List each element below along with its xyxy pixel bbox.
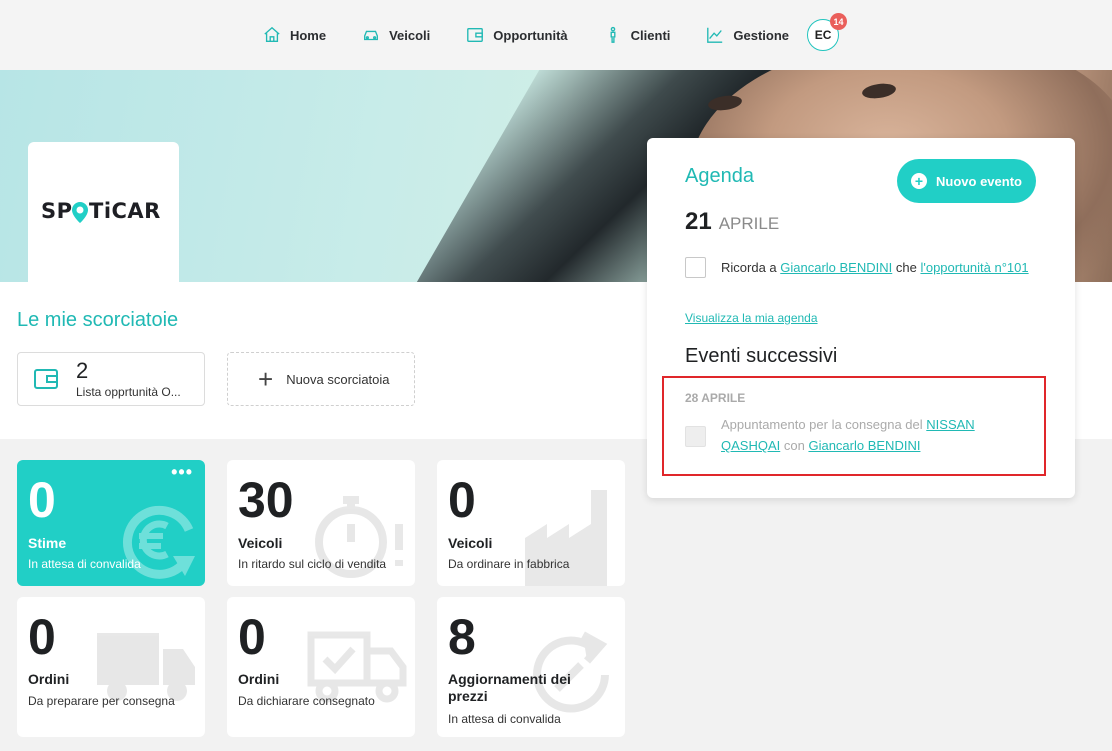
factory-icon [525,490,607,586]
new-event-button[interactable]: + Nuovo evento [897,159,1036,203]
kpi-value: 0 [28,609,56,665]
kpi-value: 0 [238,609,266,665]
shortcut-text: 2 Lista opprtunità O... [76,357,181,399]
euro-cycle-icon [122,505,195,579]
kpi-card-ordini-consegnato[interactable]: 0 Ordini Da dichiarare consegnato [227,597,415,737]
kpi-title: Ordini [28,671,70,687]
kpi-value: 30 [238,472,294,528]
event-prefix: Ricorda a [721,260,777,275]
person-icon [610,26,616,43]
plus-circle-icon: + [911,173,928,189]
nav-item-veicoli[interactable]: Veicoli [362,20,430,50]
nav-item-opportunita[interactable]: Opportunità [466,20,568,50]
kpi-value: 0 [28,472,56,528]
shortcut-count: 2 [76,357,89,383]
nav-label-opportunita: Opportunità [493,27,568,43]
kpi-title: Ordini [238,671,280,687]
car-icon [364,30,379,41]
wallet-icon [34,369,58,389]
kpi-card-veicoli-ritardo[interactable]: 30 Veicoli In ritardo sul ciclo di vendi… [227,460,415,586]
kpi-value: 8 [448,609,476,665]
agenda-month: APRILE [718,214,780,233]
svg-text:SP: SP [41,199,73,223]
avatar-initials: EC [814,28,832,42]
nav-item-gestione[interactable]: Gestione [706,20,789,50]
new-shortcut-label: Nuova scorciatoia [286,371,390,387]
event-middle: che [895,260,917,275]
location-pin-icon [72,202,88,223]
new-event-label: Nuovo evento [936,173,1022,189]
kpi-subtitle: In attesa di convalida [448,712,561,726]
kpi-title: Veicoli [448,535,493,551]
spoticar-logo: SP TiCAR [41,196,166,228]
shortcut-card[interactable]: 2 Lista opprtunità O... [17,352,205,406]
kpi-title: Stime [28,535,67,551]
nav-label-veicoli: Veicoli [389,27,431,43]
nav-item-home[interactable]: Home [263,20,326,50]
kpi-title: Aggiornamenti dei prezzi [448,671,571,704]
nav-label-gestione: Gestione [733,27,790,43]
kpi-subtitle: Da dichiarare consegnato [238,694,375,708]
kpi-title: Veicoli [238,535,283,551]
event-checkbox[interactable] [685,257,706,278]
home-icon [264,26,280,42]
event-person-link[interactable]: Giancarlo BENDINI [780,260,892,275]
agenda-date: 21 APRILE [685,208,779,236]
chart-icon [707,27,723,43]
kpi-subtitle: In attesa di convalida [28,557,141,571]
new-shortcut-button[interactable]: + Nuova scorciatoia [227,352,415,406]
event-opportunity-link[interactable]: l'opportunità n°101 [920,260,1028,275]
kpi-subtitle: In ritardo sul ciclo di vendita [238,557,387,571]
nav-label-home: Home [289,27,327,43]
highlight-box [662,376,1046,476]
brand-logo-box: SP TiCAR [28,142,179,282]
kpi-value: 0 [448,472,476,528]
top-navigation: Home Veicoli Opportunità Clienti Gestion… [0,0,1112,70]
nav-label-clienti: Clienti [630,27,671,43]
agenda-day: 21 [685,208,712,235]
svg-text:TiCAR: TiCAR [89,199,161,223]
wallet-icon [467,28,484,42]
more-options-icon[interactable]: ••• [171,463,193,481]
event-text: Ricorda a Giancarlo BENDINI che l'opport… [721,257,1029,278]
kpi-subtitle: Da preparare per consegna [28,694,175,708]
agenda-title: Agenda [685,165,754,187]
kpi-card-veicoli-fabbrica[interactable]: 0 Veicoli Da ordinare in fabbrica [437,460,625,586]
shortcuts-title: Le mie scorciatoie [17,309,179,331]
shortcut-label: Lista opprtunità O... [76,384,181,399]
next-events-title: Eventi successivi [685,345,838,367]
notification-badge: 14 [830,13,848,30]
nav-item-clienti[interactable]: Clienti [604,20,671,50]
kpi-subtitle: Da ordinare in fabbrica [448,557,570,571]
view-agenda-link[interactable]: Visualizza la mia agenda [685,311,818,325]
kpi-card-aggiornamenti-prezzi[interactable]: 8 Aggiornamenti dei prezzi In attesa di … [437,597,625,737]
spoticar-logo-graphic: SP TiCAR [41,199,161,223]
nav-items: Home Veicoli Opportunità Clienti Gestion… [263,13,848,51]
kpi-card-stime[interactable]: ••• 0 Stime In attesa di convalida [17,460,205,586]
plus-icon: + [258,364,274,394]
kpi-card-ordini-preparare[interactable]: 0 Ordini Da preparare per consegna [17,597,205,737]
user-avatar[interactable]: EC 14 [807,13,848,51]
